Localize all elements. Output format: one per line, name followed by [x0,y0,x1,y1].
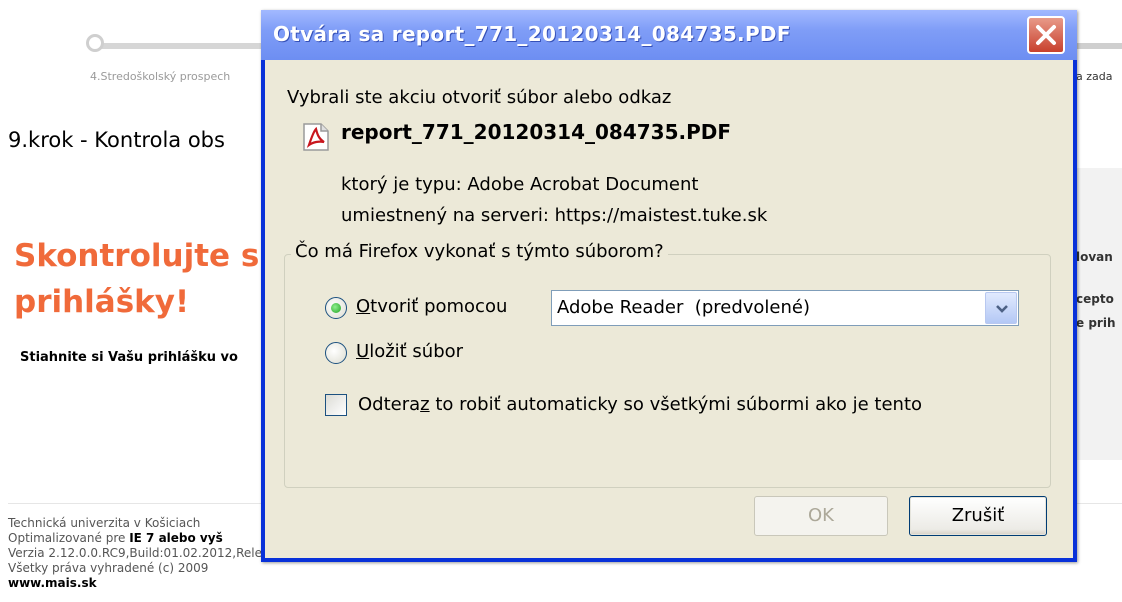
side-text-1: lovan [1076,250,1113,264]
warning-line-1: Skontrolujte s [14,238,260,274]
open-file-dialog: Otvára sa report_771_20120314_084735.PDF… [261,10,1077,562]
download-instruction: Stiahnite si Vašu prihlášku vo [20,350,238,365]
step-label-4[interactable]: 4.Stredoškolský prospech [90,70,230,83]
app-select[interactable]: Adobe Reader (predvolené) [551,290,1019,326]
open-with-accel: O [356,296,371,317]
auto-action-label[interactable]: Odteraz to robiť automaticky so všetkými… [358,394,922,415]
action-group-label: Čo má Firefox vykonať s týmto súborom? [291,241,668,262]
save-file-accel: U [356,341,370,362]
close-icon [1036,25,1056,45]
footer-browser: IE 7 alebo vyš [129,531,223,545]
cancel-button[interactable]: Zrušiť [909,496,1047,536]
progress-track-right [1070,43,1122,49]
auto-action-text-before: Odtera [358,394,421,415]
page-title: 9.krok - Kontrola obs [8,128,225,152]
warning-message: Skontrolujte s prihlášky! [14,233,259,325]
dialog-title: Otvára sa report_771_20120314_084735.PDF [273,22,791,46]
dialog-intro: Vybrali ste akciu otvoriť súbor alebo od… [287,87,672,108]
save-file-radio[interactable] [325,342,347,364]
auto-action-checkbox[interactable] [325,394,347,416]
app-select-value: Adobe Reader (predvolené) [557,297,811,318]
progress-step-dot [86,34,104,52]
file-server: umiestnený na serveri: https://maistest.… [341,205,768,226]
step-label-next[interactable]: a zada [1076,70,1112,83]
footer-copyright: Všetky práva vyhradené (c) 2009 [8,561,209,575]
chevron-down-icon [996,305,1008,313]
progress-track [96,43,266,49]
file-type: ktorý je typu: Adobe Acrobat Document [341,174,699,195]
save-file-text: ložiť súbor [369,341,464,362]
auto-action-accel: z [420,394,430,415]
radio-selected-dot [331,303,341,313]
pdf-file-icon [303,123,329,151]
app-select-dropdown-button[interactable] [985,292,1017,324]
dialog-body: Vybrali ste akciu otvoriť súbor alebo od… [265,60,1073,558]
footer-link[interactable]: www.mais.sk [8,576,516,591]
open-with-label[interactable]: Otvoriť pomocou [356,296,507,317]
file-name: report_771_20120314_084735.PDF [341,120,731,144]
side-text-3: e prih [1076,316,1116,330]
auto-action-text-after: to robiť automaticky so všetkými súbormi… [429,394,923,415]
open-with-text: tvoriť pomocou [370,296,508,317]
close-button[interactable] [1027,16,1065,54]
open-with-radio[interactable] [325,297,347,319]
warning-line-2: prihlášky! [14,284,190,320]
ok-button[interactable]: OK [754,496,888,536]
side-panel [1076,168,1122,460]
dialog-titlebar[interactable]: Otvára sa report_771_20120314_084735.PDF [261,10,1077,60]
save-file-label[interactable]: Uložiť súbor [356,341,463,362]
side-text-2: cepto [1076,292,1114,306]
footer-optimized-prefix: Optimalizované pre [8,531,130,545]
